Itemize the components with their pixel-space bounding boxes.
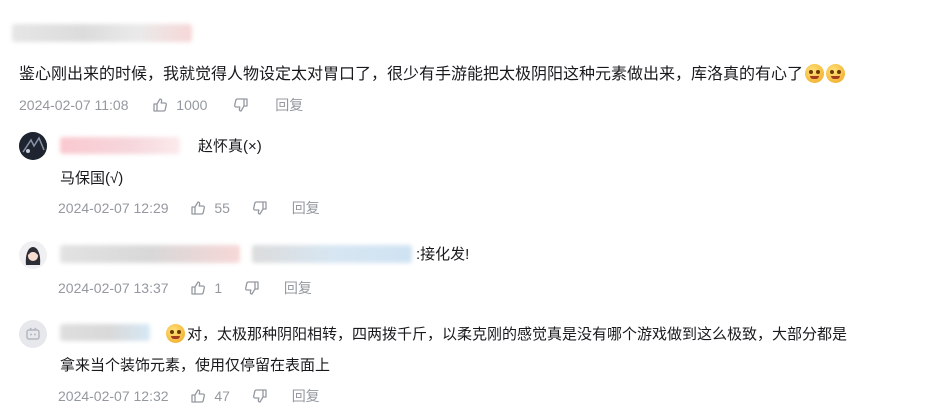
- dislike-icon[interactable]: [233, 97, 249, 117]
- thinking-emoji-icon: [166, 324, 185, 343]
- reply-username-blurred[interactable]: [60, 324, 150, 341]
- reply-button[interactable]: 回复: [284, 280, 312, 296]
- reply-meta: 2024-02-07 12:32 47 回复: [58, 387, 320, 408]
- dislike-icon[interactable]: [252, 388, 268, 408]
- like-icon[interactable]: [152, 97, 168, 117]
- top-comment-meta: 2024-02-07 11:08 1000 回复: [19, 96, 303, 117]
- like-icon[interactable]: [190, 280, 206, 300]
- thinking-emoji-icon: [826, 64, 846, 83]
- comment-time: 2024-02-07 12:29: [58, 200, 169, 216]
- avatar[interactable]: [19, 132, 47, 160]
- avatar[interactable]: [19, 320, 47, 348]
- like-icon[interactable]: [190, 388, 206, 408]
- thinking-emoji-icon: [805, 64, 825, 83]
- mentioned-username-blurred[interactable]: [252, 245, 412, 263]
- avatar[interactable]: [19, 241, 47, 269]
- reply-text-line1: 对，太极那种阴阳相转，四两拨千斤，以柔克刚的感觉真是没有哪个游戏做到这么极致，大…: [166, 324, 847, 345]
- like-count: 1: [214, 280, 223, 296]
- like-count: 47: [214, 388, 230, 404]
- reply-name-suffix: 赵怀真(×): [198, 138, 262, 155]
- comment-time: 2024-02-07 11:08: [19, 97, 129, 113]
- reply-button[interactable]: 回复: [292, 200, 320, 216]
- reply-text-line2: 拿来当个装饰元素，使用仅停留在表面上: [60, 357, 331, 374]
- like-count: 1000: [176, 97, 208, 113]
- reply-username-blurred[interactable]: [60, 137, 180, 154]
- reply-text: 马保国(√): [60, 170, 124, 187]
- top-username-blurred[interactable]: [12, 24, 192, 42]
- reply-meta: 2024-02-07 12:29 55 回复: [58, 199, 320, 220]
- dislike-icon[interactable]: [252, 200, 268, 220]
- comment-time: 2024-02-07 13:37: [58, 280, 169, 296]
- dislike-icon[interactable]: [244, 280, 260, 300]
- reply-button[interactable]: 回复: [275, 97, 303, 113]
- top-comment-text: 鉴心刚出来的时候，我就觉得人物设定太对胃口了，很少有手游能把太极阴阳这种元素做出…: [19, 64, 846, 85]
- reply-meta: 2024-02-07 13:37 1 回复: [58, 279, 312, 300]
- reply-name-suffix: :接化发!: [416, 246, 470, 263]
- reply-button[interactable]: 回复: [292, 388, 320, 404]
- reply-username-blurred[interactable]: [60, 245, 240, 263]
- like-icon[interactable]: [190, 200, 206, 220]
- comment-time: 2024-02-07 12:32: [58, 388, 169, 404]
- like-count: 55: [214, 200, 230, 216]
